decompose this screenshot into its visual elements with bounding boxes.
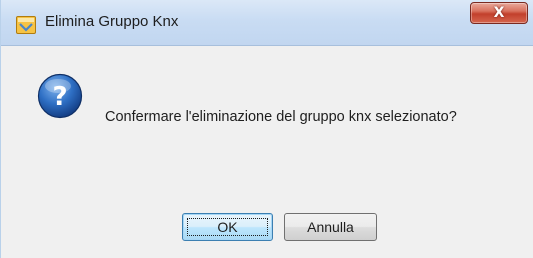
ok-button[interactable]: OK	[182, 213, 273, 241]
close-button[interactable]: X	[470, 2, 528, 24]
window-title: Elimina Gruppo Knx	[45, 13, 179, 30]
cancel-button[interactable]: Annulla	[284, 213, 377, 241]
ok-button-label: OK	[217, 219, 238, 235]
close-icon: X	[493, 5, 505, 21]
svg-text:?: ?	[52, 82, 67, 112]
app-icon	[16, 16, 36, 34]
title-bar[interactable]: Elimina Gruppo Knx X	[1, 0, 533, 46]
question-icon: ?	[37, 73, 83, 119]
confirmation-message: Confermare l'eliminazione del gruppo knx…	[105, 109, 457, 125]
dialog-window: Elimina Gruppo Knx X ? Confermare l'elim…	[0, 0, 533, 258]
cancel-button-label: Annulla	[307, 219, 354, 235]
